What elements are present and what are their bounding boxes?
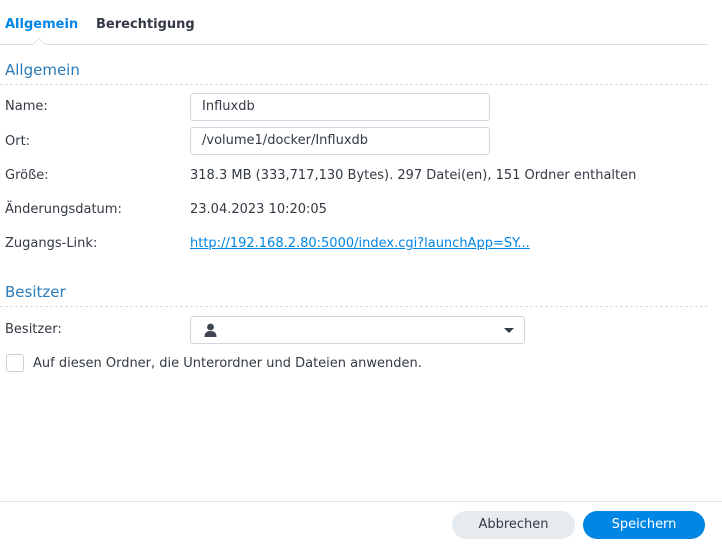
owner-label: Besitzer:	[5, 322, 62, 337]
apply-recursive-checkbox[interactable]	[6, 354, 24, 372]
access-link[interactable]: http://192.168.2.80:5000/index.cgi?launc…	[190, 236, 530, 251]
owner-section-divider	[0, 306, 708, 307]
tab-general[interactable]: Allgemein	[5, 17, 78, 32]
chevron-down-icon	[504, 328, 514, 333]
footer-divider	[0, 501, 722, 502]
tab-bar: Allgemein Berechtigung	[0, 0, 708, 45]
size-value: 318.3 MB (333,717,130 Bytes). 297 Datei(…	[190, 168, 637, 183]
access-link-label: Zugangs-Link:	[5, 236, 98, 251]
folder-properties-dialog: Allgemein Berechtigung Allgemein Name: I…	[0, 0, 722, 544]
modified-value: 23.04.2023 10:20:05	[190, 202, 327, 217]
apply-recursive-label[interactable]: Auf diesen Ordner, die Unterordner und D…	[33, 356, 422, 371]
owner-select[interactable]	[190, 316, 525, 344]
save-button[interactable]: Speichern	[583, 511, 705, 539]
cancel-button[interactable]: Abbrechen	[452, 511, 575, 539]
general-section-title: Allgemein	[5, 61, 80, 79]
tab-permissions[interactable]: Berechtigung	[96, 17, 195, 32]
name-input[interactable]: Influxdb	[190, 93, 490, 121]
general-section-divider	[0, 84, 708, 85]
active-tab-indicator	[32, 38, 46, 45]
location-label: Ort:	[5, 134, 31, 149]
user-icon	[204, 323, 217, 337]
location-input[interactable]: /volume1/docker/Influxdb	[190, 127, 490, 155]
owner-section-title: Besitzer	[5, 283, 66, 301]
size-label: Größe:	[5, 168, 49, 183]
modified-label: Änderungsdatum:	[5, 202, 122, 217]
name-label: Name:	[5, 99, 48, 114]
